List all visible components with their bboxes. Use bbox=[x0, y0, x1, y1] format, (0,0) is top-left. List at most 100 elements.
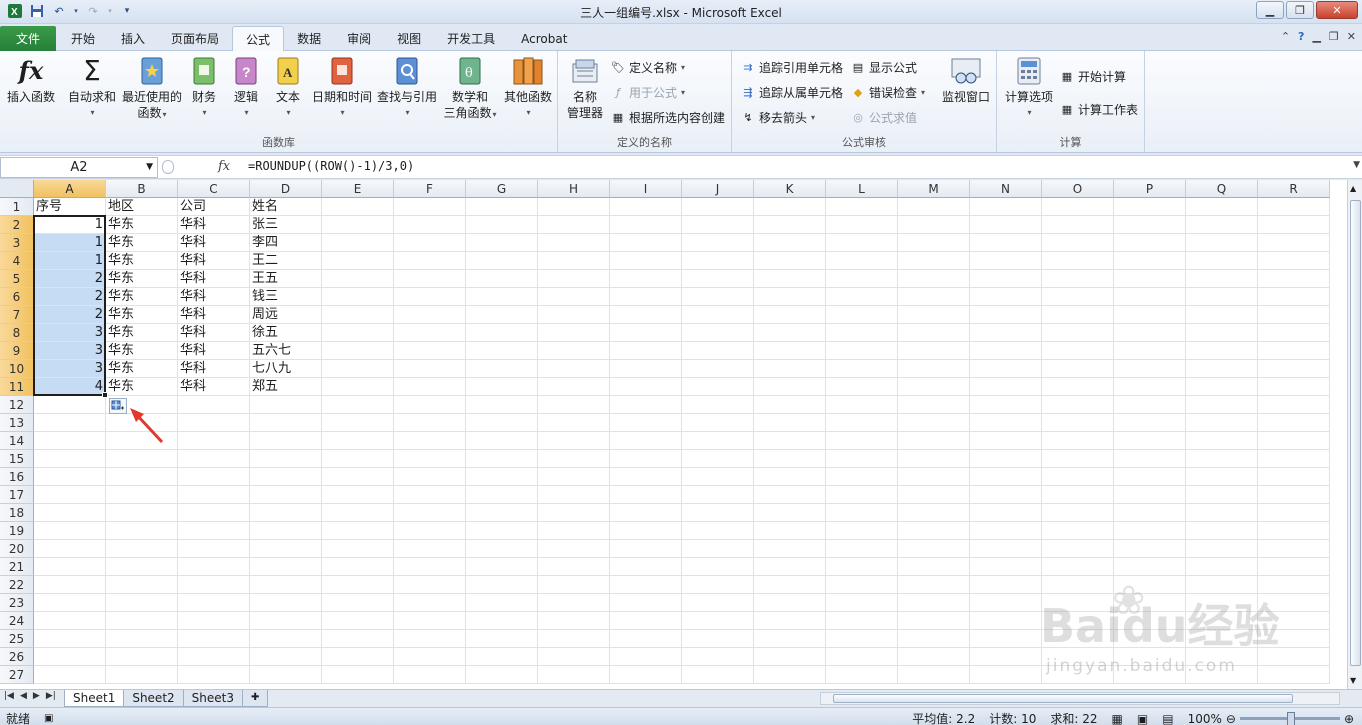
zoom-in-icon[interactable]: ⊕ bbox=[1344, 712, 1354, 725]
cell-p11[interactable] bbox=[1114, 378, 1186, 396]
cell-k21[interactable] bbox=[754, 558, 826, 576]
cell-l5[interactable] bbox=[826, 270, 898, 288]
cell-c7[interactable]: 华科 bbox=[178, 306, 250, 324]
cell-j14[interactable] bbox=[682, 432, 754, 450]
row-header-27[interactable]: 27 bbox=[0, 666, 34, 684]
cell-m10[interactable] bbox=[898, 360, 970, 378]
cell-e8[interactable] bbox=[322, 324, 394, 342]
cell-f9[interactable] bbox=[394, 342, 466, 360]
cell-o10[interactable] bbox=[1042, 360, 1114, 378]
insert-function-button[interactable]: fx 插入函数 bbox=[4, 55, 58, 105]
cell-e20[interactable] bbox=[322, 540, 394, 558]
cell-k5[interactable] bbox=[754, 270, 826, 288]
cell-e4[interactable] bbox=[322, 252, 394, 270]
macro-record-icon[interactable]: ▣ bbox=[44, 713, 53, 724]
cell-e23[interactable] bbox=[322, 594, 394, 612]
cell-b4[interactable]: 华东 bbox=[106, 252, 178, 270]
cell-n16[interactable] bbox=[970, 468, 1042, 486]
cell-f3[interactable] bbox=[394, 234, 466, 252]
cell-a9[interactable]: 3 bbox=[34, 342, 106, 360]
cell-j4[interactable] bbox=[682, 252, 754, 270]
cell-k27[interactable] bbox=[754, 666, 826, 684]
cell-c14[interactable] bbox=[178, 432, 250, 450]
column-header-h[interactable]: H bbox=[538, 180, 610, 198]
workbook-minimize-icon[interactable]: ▁ bbox=[1312, 30, 1320, 43]
cell-d26[interactable] bbox=[250, 648, 322, 666]
row-header-23[interactable]: 23 bbox=[0, 594, 34, 612]
cell-m6[interactable] bbox=[898, 288, 970, 306]
cell-a25[interactable] bbox=[34, 630, 106, 648]
cell-n8[interactable] bbox=[970, 324, 1042, 342]
cell-n4[interactable] bbox=[970, 252, 1042, 270]
cell-j16[interactable] bbox=[682, 468, 754, 486]
cell-h19[interactable] bbox=[538, 522, 610, 540]
cell-k19[interactable] bbox=[754, 522, 826, 540]
cell-q7[interactable] bbox=[1186, 306, 1258, 324]
sheet-tab-sheet2[interactable]: Sheet2 bbox=[123, 690, 184, 707]
cell-j6[interactable] bbox=[682, 288, 754, 306]
cell-h6[interactable] bbox=[538, 288, 610, 306]
cell-a13[interactable] bbox=[34, 414, 106, 432]
cell-h11[interactable] bbox=[538, 378, 610, 396]
cell-f21[interactable] bbox=[394, 558, 466, 576]
cell-l27[interactable] bbox=[826, 666, 898, 684]
cell-m21[interactable] bbox=[898, 558, 970, 576]
column-header-f[interactable]: F bbox=[394, 180, 466, 198]
column-header-p[interactable]: P bbox=[1114, 180, 1186, 198]
cell-f13[interactable] bbox=[394, 414, 466, 432]
cell-e21[interactable] bbox=[322, 558, 394, 576]
cell-g3[interactable] bbox=[466, 234, 538, 252]
cell-r14[interactable] bbox=[1258, 432, 1330, 450]
cell-m2[interactable] bbox=[898, 216, 970, 234]
cell-j5[interactable] bbox=[682, 270, 754, 288]
cell-j23[interactable] bbox=[682, 594, 754, 612]
horizontal-scrollbar[interactable] bbox=[820, 692, 1340, 705]
cell-f19[interactable] bbox=[394, 522, 466, 540]
cell-b18[interactable] bbox=[106, 504, 178, 522]
cell-h24[interactable] bbox=[538, 612, 610, 630]
cell-i2[interactable] bbox=[610, 216, 682, 234]
row-header-7[interactable]: 7 bbox=[0, 306, 34, 324]
cell-e1[interactable] bbox=[322, 198, 394, 216]
cell-g8[interactable] bbox=[466, 324, 538, 342]
cell-h10[interactable] bbox=[538, 360, 610, 378]
cell-m15[interactable] bbox=[898, 450, 970, 468]
cell-k7[interactable] bbox=[754, 306, 826, 324]
cell-e24[interactable] bbox=[322, 612, 394, 630]
cell-o8[interactable] bbox=[1042, 324, 1114, 342]
row-header-11[interactable]: 11 bbox=[0, 378, 34, 396]
cell-a22[interactable] bbox=[34, 576, 106, 594]
cell-j17[interactable] bbox=[682, 486, 754, 504]
create-from-selection-button[interactable]: ▦ 根据所选内容创建 bbox=[610, 109, 725, 126]
cell-l2[interactable] bbox=[826, 216, 898, 234]
cell-k16[interactable] bbox=[754, 468, 826, 486]
cell-a19[interactable] bbox=[34, 522, 106, 540]
cell-e26[interactable] bbox=[322, 648, 394, 666]
cell-l17[interactable] bbox=[826, 486, 898, 504]
cell-a5[interactable]: 2 bbox=[34, 270, 106, 288]
cell-f22[interactable] bbox=[394, 576, 466, 594]
cell-e27[interactable] bbox=[322, 666, 394, 684]
cell-g24[interactable] bbox=[466, 612, 538, 630]
cell-r18[interactable] bbox=[1258, 504, 1330, 522]
cell-g16[interactable] bbox=[466, 468, 538, 486]
cell-a21[interactable] bbox=[34, 558, 106, 576]
row-header-12[interactable]: 12 bbox=[0, 396, 34, 414]
cell-p12[interactable] bbox=[1114, 396, 1186, 414]
cell-h20[interactable] bbox=[538, 540, 610, 558]
row-header-5[interactable]: 5 bbox=[0, 270, 34, 288]
cell-m12[interactable] bbox=[898, 396, 970, 414]
cell-l10[interactable] bbox=[826, 360, 898, 378]
cell-q15[interactable] bbox=[1186, 450, 1258, 468]
column-header-n[interactable]: N bbox=[970, 180, 1042, 198]
vertical-scrollbar[interactable]: ▲ ▼ bbox=[1347, 180, 1362, 689]
tab-home[interactable]: 开始 bbox=[58, 26, 108, 51]
tab-formulas[interactable]: 公式 bbox=[232, 26, 285, 51]
cell-f6[interactable] bbox=[394, 288, 466, 306]
cell-m18[interactable] bbox=[898, 504, 970, 522]
cell-h3[interactable] bbox=[538, 234, 610, 252]
cell-r2[interactable] bbox=[1258, 216, 1330, 234]
sheet-tab-sheet3[interactable]: Sheet3 bbox=[182, 690, 243, 707]
cell-g22[interactable] bbox=[466, 576, 538, 594]
cell-c16[interactable] bbox=[178, 468, 250, 486]
